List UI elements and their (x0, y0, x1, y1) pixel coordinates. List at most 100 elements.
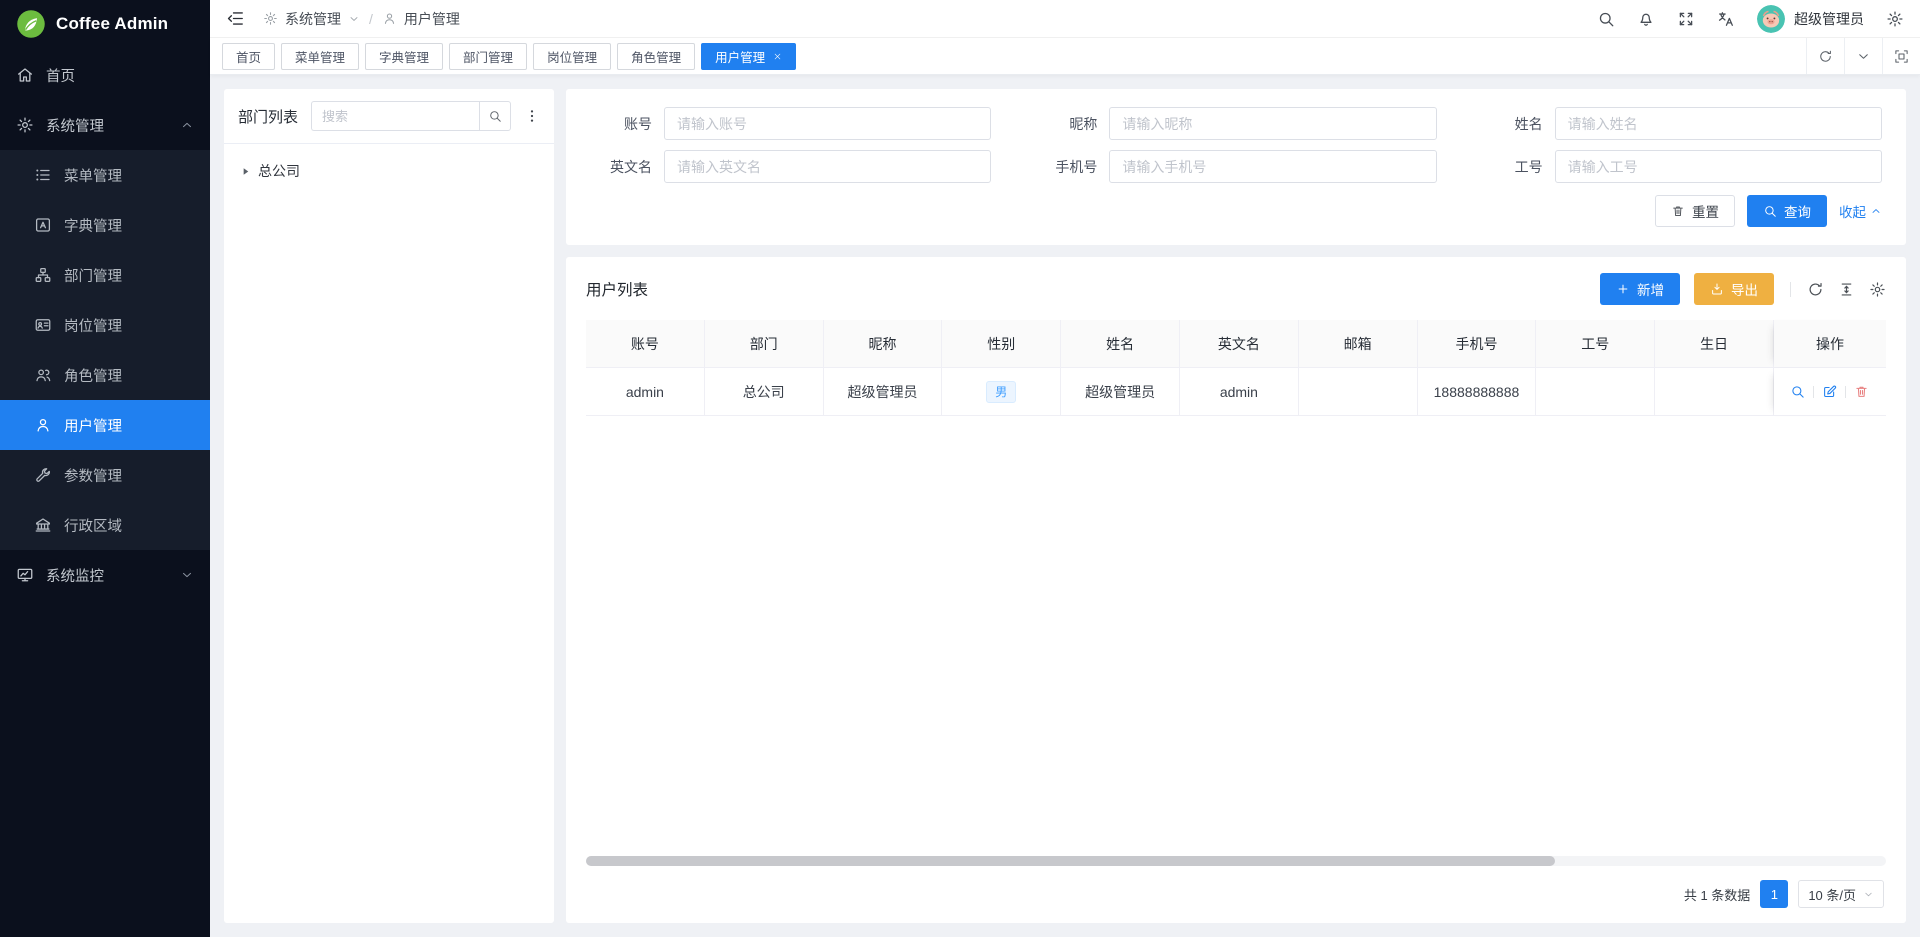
close-tab-icon[interactable] (773, 52, 782, 61)
add-user-button[interactable]: 新增 (1600, 273, 1680, 305)
wrench-icon (34, 466, 52, 484)
table-card-header: 用户列表 新增 导出 (586, 273, 1886, 305)
field-label: 姓名 (1481, 114, 1543, 134)
sidebar-item-role-management[interactable]: 角色管理 (0, 350, 210, 400)
tab-post-management[interactable]: 岗位管理 (533, 43, 611, 70)
tab-options-chevron-icon[interactable] (1844, 38, 1882, 74)
column-header-phone: 手机号 (1418, 320, 1537, 368)
tab-label: 字典管理 (379, 47, 429, 66)
caret-right-icon[interactable] (240, 166, 251, 177)
fullscreen-icon[interactable] (1677, 10, 1695, 28)
sidebar-item-dict-management[interactable]: 字典管理 (0, 200, 210, 250)
bank-icon (34, 516, 52, 534)
table-row: admin总公司超级管理员男超级管理员admin18888888888 (586, 368, 1886, 416)
chevron-down-icon[interactable] (348, 13, 360, 25)
department-search-input[interactable] (311, 101, 479, 131)
search-icon[interactable] (1597, 10, 1615, 28)
app-logo[interactable]: Coffee Admin (0, 0, 210, 48)
maximize-content-icon[interactable] (1882, 38, 1920, 74)
delete-row-icon[interactable] (1854, 384, 1869, 399)
sidebar-item-user-management[interactable]: 用户管理 (0, 400, 210, 450)
reset-button-label: 重置 (1692, 201, 1719, 221)
sidebar-item-system-monitor[interactable]: 系统监控 (0, 550, 210, 600)
page-size-select[interactable]: 10 条/页 (1798, 880, 1884, 908)
current-user-name[interactable]: 超级管理员 (1794, 9, 1864, 29)
chevron-up-icon (1870, 205, 1882, 217)
sidebar-item-label: 首页 (46, 65, 194, 86)
avatar[interactable] (1757, 5, 1785, 33)
right-column: 账号昵称姓名英文名手机号工号 重置 查询 收起 (566, 89, 1906, 923)
table-empty-space (586, 416, 1886, 856)
account-input[interactable] (664, 107, 991, 140)
tree-node-company[interactable]: 总公司 (228, 153, 550, 189)
breadcrumb-item-user[interactable]: 用户管理 (404, 9, 460, 29)
sidebar-item-system-management[interactable]: 系统管理 (0, 100, 210, 150)
sidebar-item-label: 行政区域 (64, 515, 194, 536)
sidebar-item-param-management[interactable]: 参数管理 (0, 450, 210, 500)
tab-controls (1806, 38, 1920, 74)
sidebar-item-admin-region[interactable]: 行政区域 (0, 500, 210, 550)
settings-gear-icon[interactable] (1886, 10, 1904, 28)
column-header-nickname: 昵称 (824, 320, 943, 368)
refresh-tab-icon[interactable] (1806, 38, 1844, 74)
user-table-card: 用户列表 新增 导出 (566, 257, 1906, 923)
sidebar-item-menu-management[interactable]: 菜单管理 (0, 150, 210, 200)
english-name-input[interactable] (664, 150, 991, 183)
reset-button[interactable]: 重置 (1655, 195, 1735, 227)
export-button[interactable]: 导出 (1694, 273, 1774, 305)
app-title: Coffee Admin (56, 14, 168, 34)
row-height-icon[interactable] (1838, 281, 1855, 298)
department-panel-title: 部门列表 (238, 106, 298, 127)
tab-user-management[interactable]: 用户管理 (701, 43, 796, 70)
cell-account: admin (586, 368, 705, 416)
tab-home[interactable]: 首页 (222, 43, 275, 70)
translate-icon[interactable] (1717, 10, 1735, 28)
tab-label: 岗位管理 (547, 47, 597, 66)
pagination-page-1[interactable]: 1 (1760, 880, 1788, 908)
sidebar-item-dept-management[interactable]: 部门管理 (0, 250, 210, 300)
collapse-sidebar-icon[interactable] (226, 9, 245, 28)
table-title: 用户列表 (586, 278, 648, 300)
phone-input[interactable] (1109, 150, 1436, 183)
column-header-gender: 性别 (942, 320, 1061, 368)
tab-label: 菜单管理 (295, 47, 345, 66)
user-icon (34, 416, 52, 434)
refresh-table-icon[interactable] (1807, 281, 1824, 298)
edit-row-icon[interactable] (1822, 384, 1837, 399)
sidebar-item-label: 系统管理 (46, 115, 180, 136)
tab-role-management[interactable]: 角色管理 (617, 43, 695, 70)
collapse-filter-link[interactable]: 收起 (1839, 201, 1882, 221)
name-input[interactable] (1555, 107, 1882, 140)
top-header: 系统管理 / 用户管理 超级管理员 (210, 0, 1920, 38)
column-header-email: 邮箱 (1299, 320, 1418, 368)
search-icon (1763, 204, 1777, 218)
breadcrumb: 系统管理 / 用户管理 (263, 9, 460, 29)
more-options-kebab-icon[interactable] (524, 108, 540, 124)
roles-icon (34, 366, 52, 384)
query-button-label: 查询 (1784, 201, 1811, 221)
tab-menu-management[interactable]: 菜单管理 (281, 43, 359, 70)
tab-dept-management[interactable]: 部门管理 (449, 43, 527, 70)
gear-icon (16, 116, 34, 134)
sidebar-item-home[interactable]: 首页 (0, 50, 210, 100)
sidebar-item-post-management[interactable]: 岗位管理 (0, 300, 210, 350)
query-button[interactable]: 查询 (1747, 195, 1827, 227)
tab-dict-management[interactable]: 字典管理 (365, 43, 443, 70)
breadcrumb-separator: / (369, 11, 373, 27)
work-no-input[interactable] (1555, 150, 1882, 183)
sidebar-menu: 首页系统管理菜单管理字典管理部门管理岗位管理角色管理用户管理参数管理行政区域系统… (0, 48, 210, 937)
toolbar-divider (1790, 282, 1791, 297)
column-settings-gear-icon[interactable] (1869, 281, 1886, 298)
cell-actions (1774, 368, 1886, 416)
notifications-bell-icon[interactable] (1637, 10, 1655, 28)
chevron-down-icon (1863, 889, 1874, 900)
user-icon (382, 11, 397, 26)
breadcrumb-item-system[interactable]: 系统管理 (285, 9, 341, 29)
department-search-button[interactable] (479, 101, 511, 131)
view-row-icon[interactable] (1790, 384, 1805, 399)
nickname-input[interactable] (1109, 107, 1436, 140)
sidebar-item-label: 角色管理 (64, 365, 194, 386)
scrollbar-thumb[interactable] (586, 856, 1555, 866)
tab-label: 部门管理 (463, 47, 513, 66)
main-area: 系统管理 / 用户管理 超级管理员 首页 菜单管理 字典管理 部门管理 岗位管理 角色管理… (210, 0, 1920, 937)
